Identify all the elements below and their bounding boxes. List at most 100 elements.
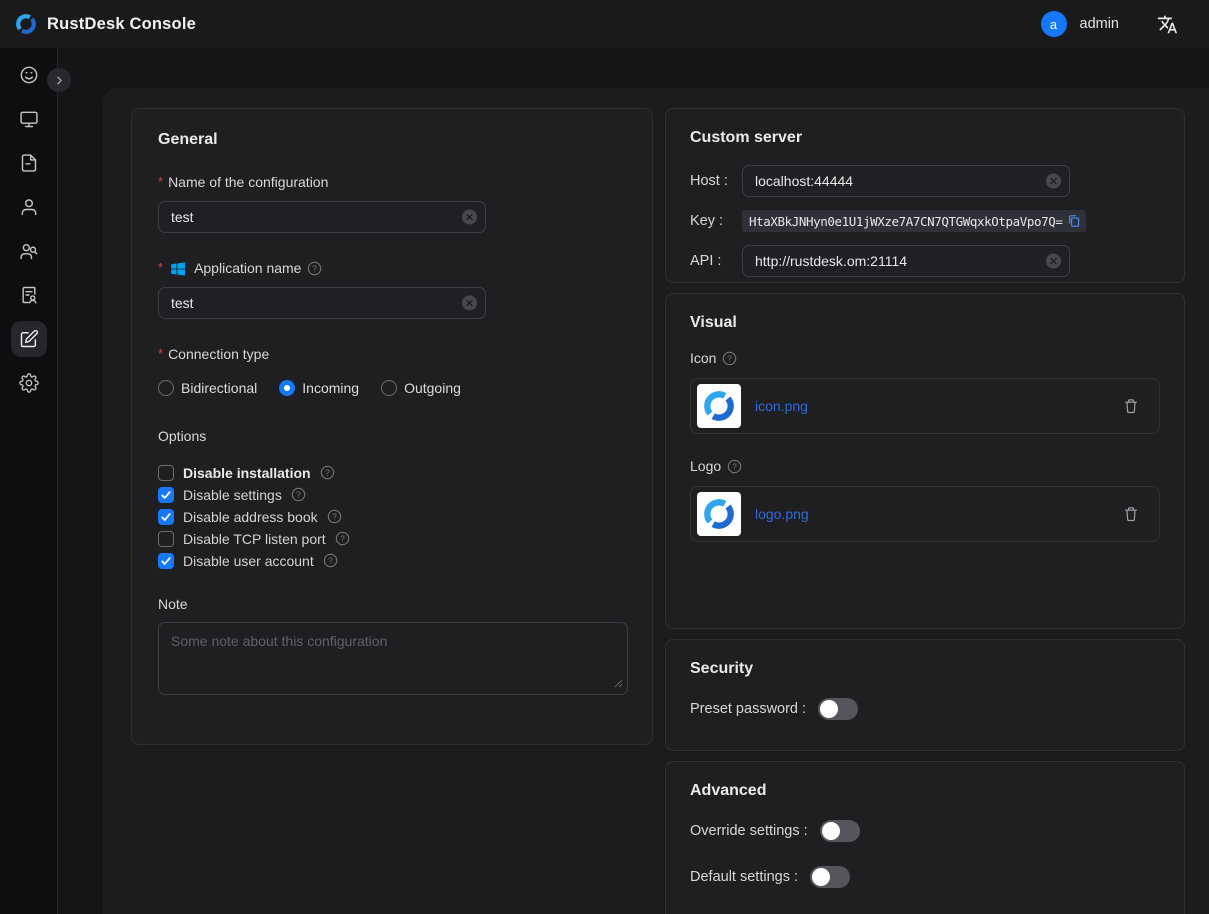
key-value-bar: HtaXBkJNHyn0e1U1jWXze7A7CN7QTGWqxkOtpaVp… bbox=[742, 210, 1086, 232]
icon-file-link[interactable]: icon.png bbox=[755, 398, 808, 414]
connection-type-group: Bidirectional Incoming Outgoing bbox=[158, 380, 626, 396]
checkbox[interactable] bbox=[158, 531, 174, 547]
gear-icon bbox=[19, 373, 39, 393]
help-icon[interactable]: ? bbox=[320, 465, 335, 480]
icon-upload-row: icon.png bbox=[690, 378, 1160, 434]
app-name-input[interactable] bbox=[158, 287, 486, 319]
preset-password-toggle[interactable] bbox=[818, 698, 858, 720]
host-label: Host : bbox=[690, 173, 742, 189]
app-name-label: * Application name ? bbox=[158, 259, 626, 277]
api-row: API : bbox=[690, 245, 1160, 277]
sidebar-item-users[interactable] bbox=[11, 189, 47, 225]
api-field bbox=[742, 245, 1070, 277]
note-label: Note bbox=[158, 596, 626, 612]
svg-text:?: ? bbox=[332, 511, 337, 521]
icon-label: Icon ? bbox=[690, 350, 1160, 366]
override-settings-row: Override settings : bbox=[690, 820, 1160, 842]
copy-icon[interactable] bbox=[1067, 214, 1081, 228]
general-card: General * Name of the configuration * Ap… bbox=[131, 108, 653, 745]
checkbox[interactable] bbox=[158, 465, 174, 481]
avatar[interactable]: a bbox=[1041, 11, 1067, 37]
edit-icon bbox=[19, 329, 39, 349]
app-title: RustDesk Console bbox=[47, 15, 196, 34]
default-settings-label: Default settings : bbox=[690, 869, 798, 885]
trash-icon[interactable] bbox=[1123, 506, 1139, 522]
help-icon[interactable]: ? bbox=[307, 261, 322, 276]
help-icon[interactable]: ? bbox=[323, 553, 338, 568]
required-asterisk: * bbox=[158, 345, 163, 363]
sidebar-item-custom-clients[interactable] bbox=[11, 321, 47, 357]
checkbox[interactable] bbox=[158, 509, 174, 525]
sidebar-item-dashboard[interactable] bbox=[11, 57, 47, 93]
svg-text:?: ? bbox=[340, 533, 345, 543]
visual-card: Visual Icon ? icon.png bbox=[665, 293, 1185, 629]
radio-outgoing[interactable]: Outgoing bbox=[381, 380, 461, 396]
options-label: Options bbox=[158, 428, 626, 444]
host-input[interactable] bbox=[742, 165, 1070, 197]
help-icon[interactable]: ? bbox=[327, 509, 342, 524]
main-area: General * Name of the configuration * Ap… bbox=[58, 48, 1209, 914]
custom-server-card: Custom server Host : Key : HtaXBkJNHyn0e… bbox=[665, 108, 1185, 283]
sidebar-item-groups[interactable] bbox=[11, 233, 47, 269]
clear-icon[interactable] bbox=[1046, 174, 1061, 189]
sidebar-item-settings[interactable] bbox=[11, 365, 47, 401]
option-disable-user-account: Disable user account ? bbox=[158, 550, 626, 572]
clear-icon[interactable] bbox=[1046, 254, 1061, 269]
trash-icon[interactable] bbox=[1123, 398, 1139, 414]
sidebar-item-devices[interactable] bbox=[11, 101, 47, 137]
default-settings-toggle[interactable] bbox=[810, 866, 850, 888]
logo-label: Logo ? bbox=[690, 458, 1160, 474]
option-disable-settings: Disable settings ? bbox=[158, 484, 626, 506]
config-name-label: * Name of the configuration bbox=[158, 173, 626, 191]
custom-server-title: Custom server bbox=[690, 129, 1160, 147]
help-icon[interactable]: ? bbox=[727, 459, 742, 474]
radio-circle bbox=[279, 380, 295, 396]
app-name-field bbox=[158, 287, 486, 319]
note-textarea[interactable] bbox=[158, 622, 628, 695]
radio-bidirectional[interactable]: Bidirectional bbox=[158, 380, 257, 396]
monitor-icon bbox=[19, 109, 39, 129]
config-name-input[interactable] bbox=[158, 201, 486, 233]
document-icon bbox=[19, 153, 39, 173]
clear-icon[interactable] bbox=[462, 296, 477, 311]
help-icon[interactable]: ? bbox=[291, 487, 306, 502]
svg-text:?: ? bbox=[328, 555, 333, 565]
preset-password-row: Preset password : bbox=[690, 698, 1160, 720]
user-icon bbox=[19, 197, 39, 217]
svg-text:?: ? bbox=[732, 461, 737, 471]
host-row: Host : bbox=[690, 165, 1160, 197]
sidebar bbox=[0, 48, 58, 914]
required-asterisk: * bbox=[158, 173, 163, 191]
security-title: Security bbox=[690, 660, 1160, 678]
content-container: General * Name of the configuration * Ap… bbox=[103, 88, 1209, 914]
option-disable-address-book: Disable address book ? bbox=[158, 506, 626, 528]
help-icon[interactable]: ? bbox=[335, 531, 350, 546]
checkbox[interactable] bbox=[158, 553, 174, 569]
checkbox[interactable] bbox=[158, 487, 174, 503]
logo-file-link[interactable]: logo.png bbox=[755, 506, 809, 522]
override-settings-toggle[interactable] bbox=[820, 820, 860, 842]
sidebar-item-audit[interactable] bbox=[11, 277, 47, 313]
translate-icon[interactable] bbox=[1157, 14, 1178, 35]
radio-incoming[interactable]: Incoming bbox=[279, 380, 359, 396]
brand: RustDesk Console bbox=[14, 12, 196, 36]
help-icon[interactable]: ? bbox=[722, 351, 737, 366]
sidebar-item-sessions[interactable] bbox=[11, 145, 47, 181]
options-list: Disable installation ? Disable settings … bbox=[158, 462, 626, 572]
config-name-field bbox=[158, 201, 486, 233]
svg-text:?: ? bbox=[296, 489, 301, 499]
api-input[interactable] bbox=[742, 245, 1070, 277]
logo-upload-row: logo.png bbox=[690, 486, 1160, 542]
radio-circle bbox=[158, 380, 174, 396]
sidebar-collapse-button[interactable] bbox=[47, 68, 71, 92]
default-settings-row: Default settings : bbox=[690, 866, 1160, 888]
advanced-title: Advanced bbox=[690, 782, 1160, 800]
host-field bbox=[742, 165, 1070, 197]
key-row: Key : HtaXBkJNHyn0e1U1jWXze7A7CN7QTGWqxk… bbox=[690, 210, 1160, 232]
required-asterisk: * bbox=[158, 259, 163, 277]
document-user-icon bbox=[19, 285, 39, 305]
security-card: Security Preset password : bbox=[665, 639, 1185, 751]
option-disable-installation: Disable installation ? bbox=[158, 462, 626, 484]
clear-icon[interactable] bbox=[462, 210, 477, 225]
username[interactable]: admin bbox=[1080, 16, 1120, 32]
